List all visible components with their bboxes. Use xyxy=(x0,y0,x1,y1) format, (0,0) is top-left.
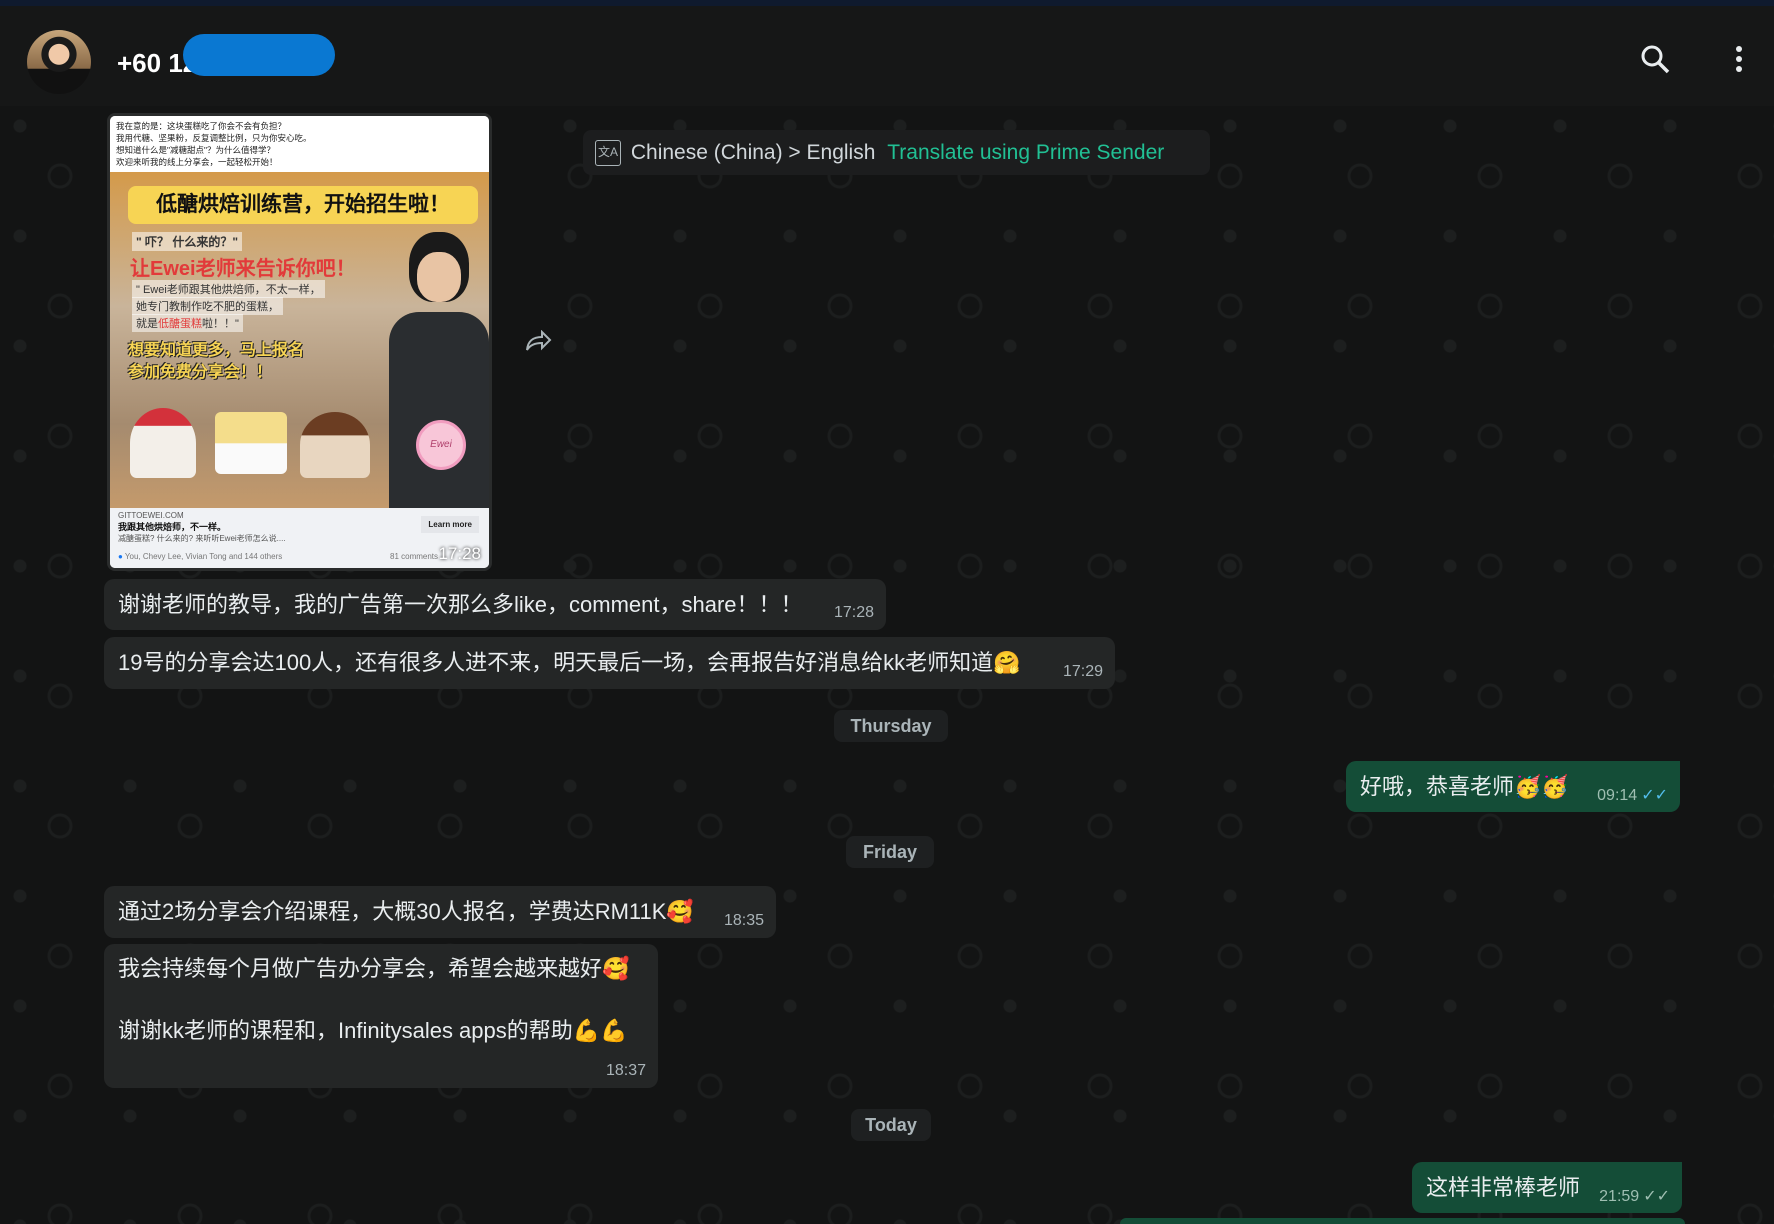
search-icon[interactable] xyxy=(1640,44,1670,74)
ad-text: 就是低醣蛋糕啦！！" xyxy=(132,314,243,332)
translate-languages: Chinese (China) > English xyxy=(630,141,876,164)
ad-text: " 吓？ 什么来的？" xyxy=(132,232,243,251)
next-message-edge xyxy=(1120,1218,1685,1224)
forward-icon[interactable] xyxy=(524,330,552,352)
message-incoming[interactable]: 19号的分享会达100人，还有很多人进不来，明天最后一场，会再报告好消息给kk老… xyxy=(104,637,1115,689)
message-outgoing[interactable]: 好哦，恭喜老师🥳🥳 09:14 ✓✓ xyxy=(1346,761,1680,812)
ad-comments: 81 comments xyxy=(390,552,439,561)
ad-text: " Ewei老师跟其他烘焙师，不太一样， xyxy=(132,280,325,298)
message-text: 谢谢老师的教导，我的广告第一次那么多like，comment，share！！！ xyxy=(118,592,803,617)
ad-image: 低醣烘焙训练营，开始招生啦！ " 吓？ 什么来的？" 让Ewei老师来告诉你吧！… xyxy=(110,172,489,512)
redaction-mark xyxy=(183,34,335,76)
ad-caption: 我在意的是：这块蛋糕吃了你会不会有负担？ 我用代糖、坚果粉，反复调整比例，只为你… xyxy=(110,116,489,172)
ad-subtitle: 减醣蛋糕? 什么来的? 来听听Ewei老师怎么说.... xyxy=(118,534,286,543)
message-time: 18:35 xyxy=(723,912,764,929)
caption-line: 欢迎来听我的线上分享会，一起轻松开始！ xyxy=(116,157,278,167)
caption-line: 我用代糖、坚果粉，反复调整比例，只为你安心吃。 xyxy=(116,133,312,143)
chat-header: +60 12 xyxy=(0,6,1774,106)
ad-text: 她专门教制作吃不肥的蛋糕， xyxy=(132,297,283,315)
message-time: 21:59 xyxy=(1599,1188,1640,1205)
ad-text: 参加免费分享会！！ xyxy=(128,364,273,381)
ewei-logo: Ewei xyxy=(416,420,466,470)
more-vertical-icon[interactable] xyxy=(1732,44,1746,74)
date-divider: Thursday xyxy=(834,710,948,742)
message-time: 09:14 xyxy=(1597,787,1638,804)
message-text: 好哦，恭喜老师🥳🥳 xyxy=(1360,774,1569,799)
image-message[interactable]: 我在意的是：这块蛋糕吃了你会不会有负担？ 我用代糖、坚果粉，反复调整比例，只为你… xyxy=(107,113,492,571)
message-incoming[interactable]: 谢谢老师的教导，我的广告第一次那么多like，comment，share！！！ … xyxy=(104,579,886,630)
delivered-ticks-icon: ✓✓ xyxy=(1643,1188,1670,1205)
ad-reactions: You, Chevy Lee, Vivian Tong and 144 othe… xyxy=(124,552,283,561)
message-text: 我会持续每个月做广告办分享会，希望会越来越好🥰 xyxy=(118,956,630,981)
translate-link[interactable]: Translate using Prime Sender xyxy=(887,141,1164,164)
cake-image xyxy=(130,408,196,478)
date-divider: Today xyxy=(851,1109,931,1141)
message-time: 17:28 xyxy=(833,604,874,621)
learn-more-button: Learn more xyxy=(421,516,479,533)
contact-avatar[interactable] xyxy=(27,30,91,94)
message-time: 18:37 xyxy=(605,1062,646,1079)
read-ticks-icon: ✓✓ xyxy=(1641,787,1668,804)
cake-image xyxy=(215,412,287,474)
message-text: 谢谢kk老师的课程和，Infinitysales apps的帮助💪💪 xyxy=(118,1018,628,1043)
translate-bar: 文A Chinese (China) > English Translate u… xyxy=(583,130,1210,175)
message-text: 这样非常棒老师 xyxy=(1426,1175,1581,1200)
message-time: 17:28 xyxy=(438,544,481,563)
ad-banner: 低醣烘焙训练营，开始招生啦！ xyxy=(128,186,478,224)
caption-line: 想知道什么是"减糖甜点"？为什么值得学？ xyxy=(116,145,276,155)
reaction-icons: ● xyxy=(118,552,123,561)
message-incoming[interactable]: 我会持续每个月做广告办分享会，希望会越来越好🥰 谢谢kk老师的课程和，Infin… xyxy=(104,944,658,1088)
ad-text: 想要知道更多，马上报名 xyxy=(128,342,305,359)
message-text: 19号的分享会达100人，还有很多人进不来，明天最后一场，会再报告好消息给kk老… xyxy=(118,650,1021,675)
translate-icon: 文A xyxy=(595,140,621,167)
caption-line: 我在意的是：这块蛋糕吃了你会不会有负担？ xyxy=(116,121,287,131)
cake-image xyxy=(300,412,370,478)
message-text: 通过2场分享会介绍课程，大概30人报名，学费达RM11K🥰 xyxy=(118,899,694,924)
date-divider: Friday xyxy=(846,836,934,868)
message-incoming[interactable]: 通过2场分享会介绍课程，大概30人报名，学费达RM11K🥰 18:35 xyxy=(104,886,776,938)
message-outgoing[interactable]: 这样非常棒老师 21:59 ✓✓ xyxy=(1412,1162,1682,1213)
message-time: 17:29 xyxy=(1062,663,1103,680)
ad-footer: GITTOEWEI.COM 我跟其他烘焙师，不一样。 减醣蛋糕? 什么来的? 来… xyxy=(110,508,489,568)
ad-text: 让Ewei老师来告诉你吧！ xyxy=(130,258,356,280)
